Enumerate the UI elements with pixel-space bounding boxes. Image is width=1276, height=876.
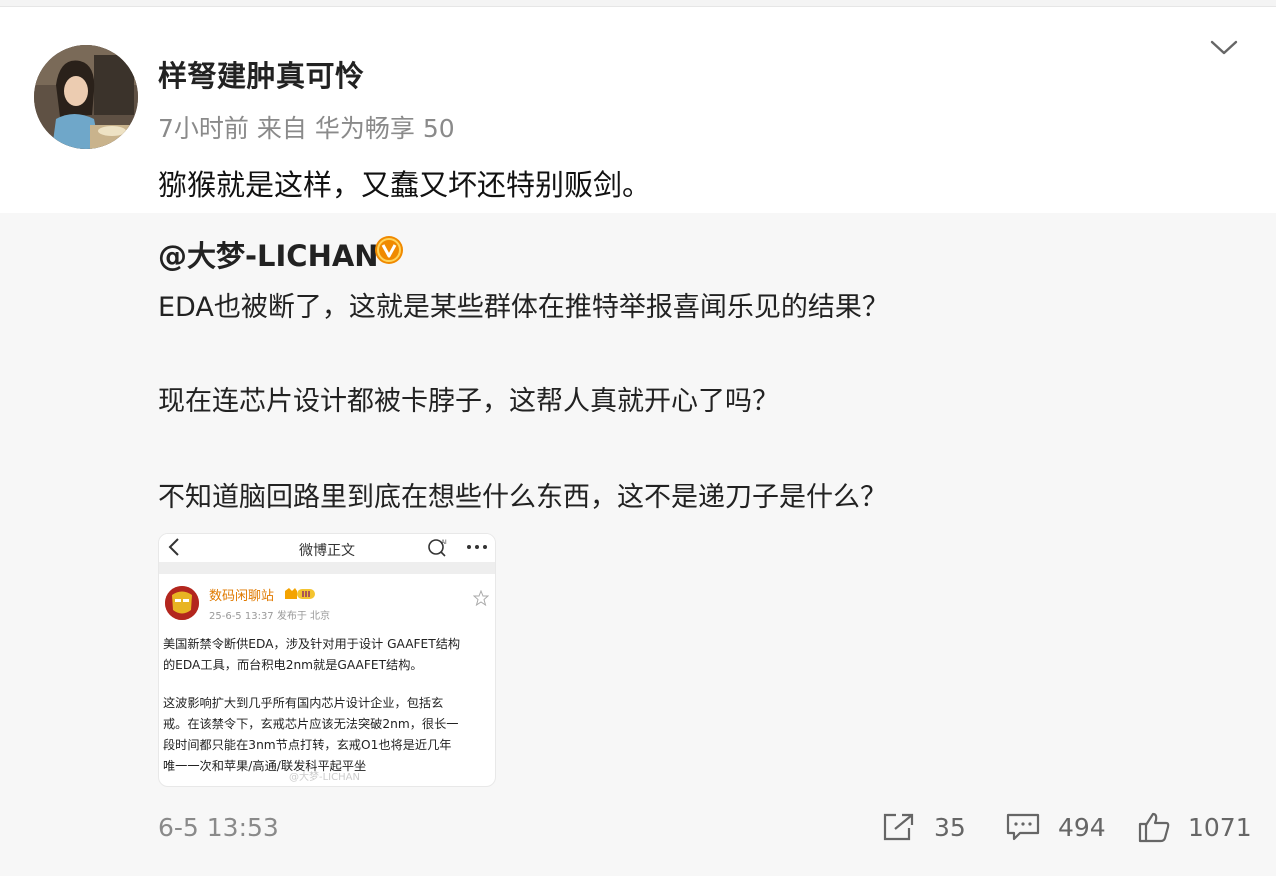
chevron-down-icon[interactable] [1208,37,1240,59]
image-text-line: 美国新禁令断供EDA，涉及针对用于设计 GAAFET结构 [163,637,461,651]
image-text-line: 段时间都只能在3nm节点打转，玄戒O1也将是近几年 [163,738,452,752]
more-icon [467,545,487,549]
rank-badge-icon [285,588,315,599]
image-watermark: @大梦-LICHAN [289,772,360,783]
image-divider [159,562,495,574]
repost-paragraph: 不知道脑回路里到底在想些什么东西，这不是递刀子是什么？ [158,482,887,513]
post-card: 样弩建肿真可怜 7小时前 来自 华为畅享 50 猕猴就是这样，又蠢又坏还特别贩剑。 [0,7,1276,213]
image-avatar [165,586,199,620]
post-time: 7小时前 [158,114,249,143]
like-count: 1071 [1188,812,1252,842]
star-icon [473,590,489,606]
image-author: 数码闲聊站 [209,589,275,604]
image-meta: 25-6-5 13:37 发布于 北京 [209,611,331,622]
repost-author[interactable]: @大梦-LICHAN [158,233,379,275]
avatar[interactable] [34,45,138,149]
image-nav-bar: 微博正文 AI [159,534,495,563]
repost-image[interactable]: 微博正文 AI 数码闲聊站 25-6-5 13:37 发布于 北京 美国新禁令断… [158,533,496,787]
repost-button[interactable]: 35 [882,809,966,845]
post-source-prefix: 来自 [256,114,307,143]
comment-button[interactable]: 494 [1006,809,1106,845]
top-divider [0,0,1276,7]
search-ai-icon: AI [428,539,447,557]
comment-icon [1006,813,1040,841]
image-text-line: 的EDA工具，而台积电2nm就是GAAFET结构。 [163,658,423,672]
image-text-line: 戒。在该禁令下，玄戒芯片应该无法突破2nm，很长一 [163,717,459,731]
svg-text:AI: AI [441,540,447,546]
repost-card[interactable]: @大梦-LICHAN EDA也被断了，这就是某些群体在推特举报喜闻乐见的结果？ … [0,213,1276,876]
repost-date[interactable]: 6-5 13:53 [158,813,279,842]
post-device[interactable]: 华为畅享 50 [315,114,455,143]
like-button[interactable]: 1071 [1138,809,1252,845]
repost-count: 35 [934,812,966,842]
thumbs-up-icon [1138,812,1170,843]
post-meta: 7小时前 来自 华为畅享 50 [158,109,463,145]
verified-badge-icon [375,236,403,264]
post-text: 猕猴就是这样，又蠢又坏还特别贩剑。 [158,168,652,202]
comment-count: 494 [1058,812,1106,842]
post-author-name[interactable]: 样弩建肿真可怜 [158,53,365,95]
share-icon [883,813,914,841]
repost-paragraph: EDA也被断了，这就是某些群体在推特举报喜闻乐见的结果？ [158,292,889,323]
image-text-line: 这波影响扩大到几乎所有国内芯片设计企业，包括玄 [163,696,444,710]
repost-paragraph: 现在连芯片设计都被卡脖子，这帮人真就开心了吗？ [158,386,779,417]
